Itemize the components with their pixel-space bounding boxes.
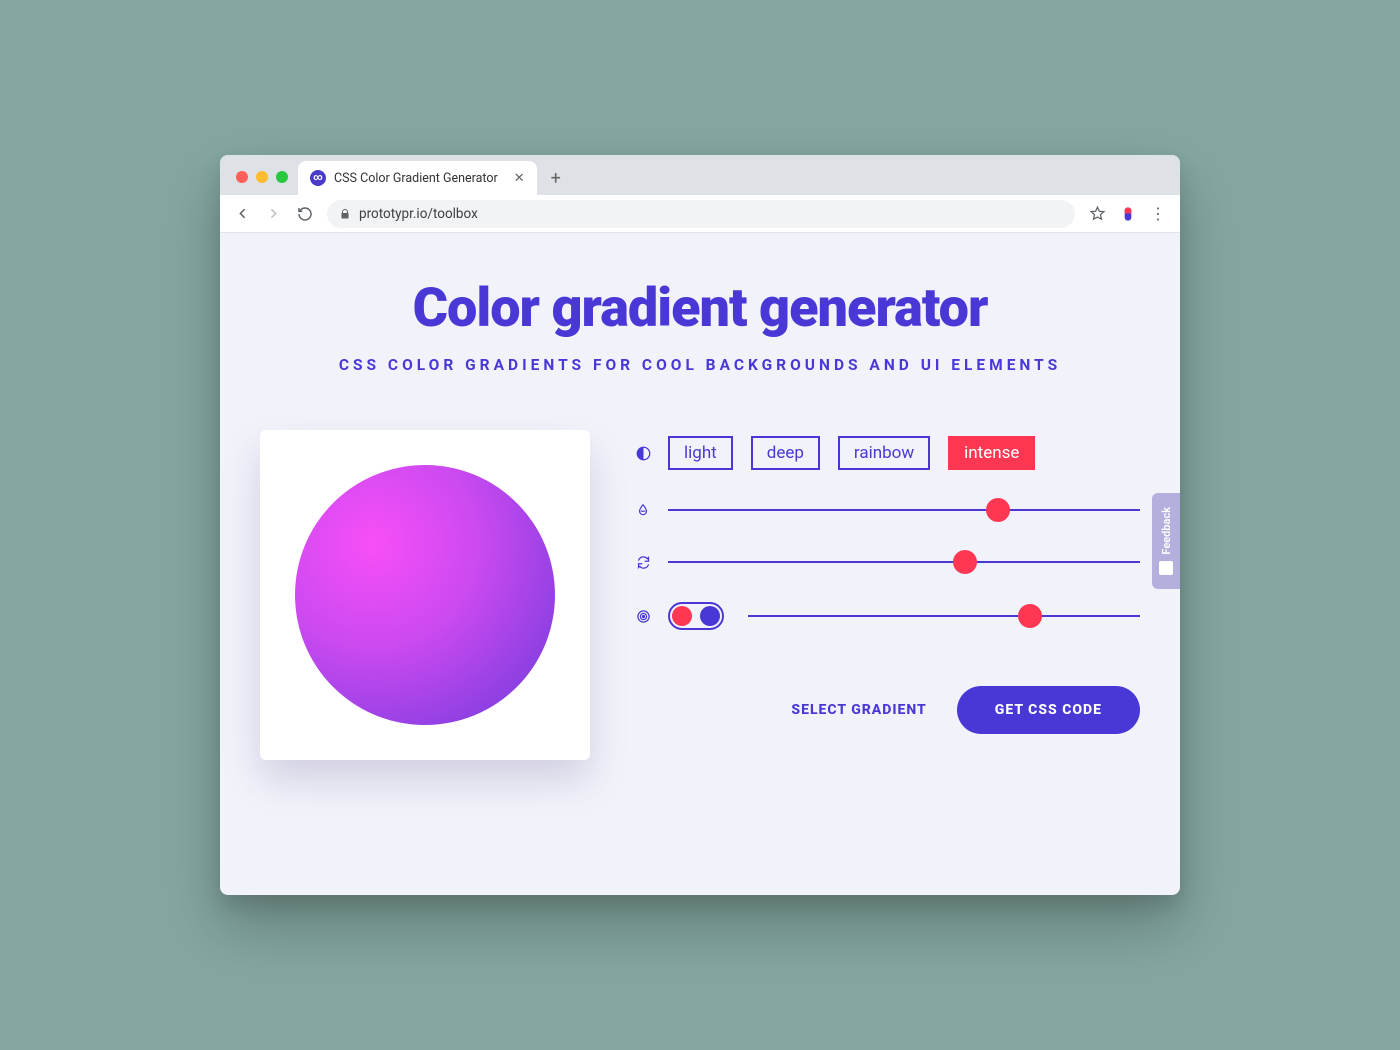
browser-window: ∞ CSS Color Gradient Generator ✕ + proto… bbox=[220, 155, 1180, 895]
mix-slider[interactable] bbox=[748, 604, 1140, 628]
select-gradient-button[interactable]: SELECT GRADIENT bbox=[791, 702, 926, 718]
url-text: prototypr.io/toolbox bbox=[359, 206, 478, 222]
gradient-preview-card bbox=[260, 430, 590, 760]
rotation-slider-thumb[interactable] bbox=[953, 550, 977, 574]
star-icon[interactable] bbox=[1089, 205, 1106, 222]
preset-pill-deep[interactable]: deep bbox=[751, 436, 820, 470]
rotation-slider[interactable] bbox=[668, 550, 1140, 574]
menu-icon[interactable]: ⋮ bbox=[1150, 206, 1166, 222]
minimize-window-icon[interactable] bbox=[256, 171, 268, 183]
preset-row: light deep rainbow intense bbox=[634, 436, 1140, 470]
maximize-window-icon[interactable] bbox=[276, 171, 288, 183]
hue-slider-thumb[interactable] bbox=[986, 498, 1010, 522]
mix-slider-thumb[interactable] bbox=[1018, 604, 1042, 628]
mix-slider-row bbox=[634, 602, 1140, 630]
forward-icon[interactable] bbox=[265, 205, 282, 222]
hue-slider-row bbox=[634, 498, 1140, 522]
favicon-icon: ∞ bbox=[310, 170, 326, 186]
page-title: Color gradient generator bbox=[260, 277, 1140, 340]
preset-pills: light deep rainbow intense bbox=[668, 436, 1035, 470]
close-window-icon[interactable] bbox=[236, 171, 248, 183]
address-bar[interactable]: prototypr.io/toolbox bbox=[327, 200, 1075, 228]
tab-strip: ∞ CSS Color Gradient Generator ✕ + bbox=[220, 155, 1180, 195]
droplet-icon bbox=[634, 503, 652, 517]
rotation-slider-row bbox=[634, 550, 1140, 574]
preset-pill-rainbow[interactable]: rainbow bbox=[838, 436, 930, 470]
reload-icon[interactable] bbox=[296, 205, 313, 222]
get-css-button[interactable]: GET CSS CODE bbox=[957, 686, 1140, 734]
toggle-knob-right bbox=[700, 606, 720, 626]
page-content: Color gradient generator CSS color gradi… bbox=[220, 233, 1180, 895]
browser-tab[interactable]: ∞ CSS Color Gradient Generator ✕ bbox=[298, 161, 537, 195]
feedback-tab[interactable]: Feedback bbox=[1152, 493, 1180, 589]
gradient-orb bbox=[295, 465, 555, 725]
tab-title: CSS Color Gradient Generator bbox=[334, 171, 498, 186]
page-subtitle: CSS color gradients for cool backgrounds… bbox=[260, 356, 1140, 374]
browser-toolbar: prototypr.io/toolbox ⋮ bbox=[220, 195, 1180, 233]
preset-pill-light[interactable]: light bbox=[668, 436, 733, 470]
main-content: light deep rainbow intense bbox=[260, 430, 1140, 760]
controls-panel: light deep rainbow intense bbox=[634, 430, 1140, 760]
feedback-label: Feedback bbox=[1160, 507, 1173, 555]
back-icon[interactable] bbox=[234, 205, 251, 222]
lock-icon bbox=[339, 208, 351, 220]
spiral-icon bbox=[634, 609, 652, 624]
close-tab-icon[interactable]: ✕ bbox=[514, 171, 525, 186]
action-row: SELECT GRADIENT GET CSS CODE bbox=[634, 686, 1140, 734]
window-controls bbox=[236, 171, 288, 183]
contrast-icon bbox=[634, 446, 652, 461]
hue-slider[interactable] bbox=[668, 498, 1140, 522]
rotate-icon bbox=[634, 555, 652, 570]
toggle-knob-left bbox=[672, 606, 692, 626]
new-tab-button[interactable]: + bbox=[537, 161, 575, 195]
feedback-icon bbox=[1159, 561, 1173, 575]
preset-pill-intense[interactable]: intense bbox=[948, 436, 1035, 470]
extension-icon[interactable] bbox=[1120, 206, 1136, 222]
mix-toggle[interactable] bbox=[668, 602, 724, 630]
